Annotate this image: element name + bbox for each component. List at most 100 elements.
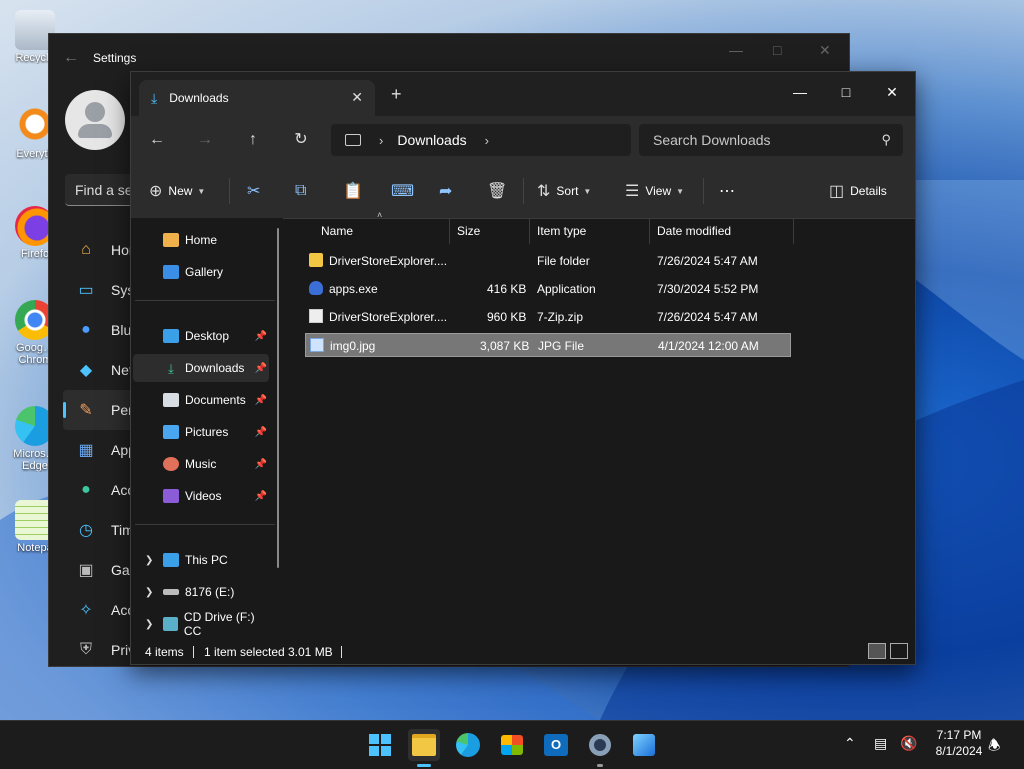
address-bar[interactable]: › Downloads ›	[331, 124, 631, 156]
divider	[703, 178, 704, 204]
settings-maximize-button[interactable]: □	[773, 42, 781, 58]
settings-close-button[interactable]: ✕	[819, 42, 831, 59]
taskbar-edge[interactable]	[452, 729, 484, 761]
sidebar-item-pictures[interactable]: Pictures 📌	[133, 418, 269, 446]
copy-button[interactable]: ⧉	[295, 178, 312, 204]
chevron-right-icon[interactable]: ❯	[145, 555, 153, 566]
maximize-button[interactable]: □	[823, 78, 869, 106]
this-pc-icon	[345, 134, 361, 146]
taskbar-file-explorer[interactable]	[408, 729, 440, 767]
videos-folder-icon	[163, 489, 179, 503]
new-tab-button[interactable]: +	[391, 84, 402, 105]
delete-button[interactable]: 🗑	[487, 178, 513, 204]
file-row-selected[interactable]: img0.jpg 3,087 KB JPG File 4/1/2024 12:0…	[305, 333, 791, 357]
breadcrumb[interactable]: Downloads	[397, 132, 466, 148]
cd-drive-icon	[163, 617, 178, 631]
forward-button[interactable]: →	[193, 128, 217, 152]
gear-icon	[589, 734, 611, 756]
sidebar-item-music[interactable]: Music 📌	[133, 450, 269, 478]
system-clock[interactable]: 7:17 PM 8/1/2024	[926, 727, 992, 759]
back-arrow-icon[interactable]: ←	[49, 49, 93, 67]
new-button[interactable]: ⊕ New ▼	[149, 178, 205, 204]
pin-icon[interactable]: 📌	[255, 363, 267, 374]
sidebar-item-videos[interactable]: Videos 📌	[133, 482, 269, 510]
chevron-right-icon[interactable]: ❯	[145, 619, 153, 630]
search-input[interactable]: Search Downloads ⚲	[639, 124, 903, 156]
details-button[interactable]: ◫ Details	[829, 178, 887, 204]
apps-icon: ▦	[78, 442, 94, 459]
sidebar-item-downloads[interactable]: ⤓ Downloads 📌	[133, 354, 269, 382]
cut-button[interactable]: ✂	[247, 178, 266, 204]
sidebar-scrollbar[interactable]	[277, 228, 279, 568]
tab-label: Downloads	[169, 91, 229, 105]
pin-icon[interactable]: 📌	[255, 395, 267, 406]
show-hidden-icons-button[interactable]: ⌃	[844, 735, 856, 752]
sidebar-item-home[interactable]: Home	[133, 226, 269, 254]
sidebar-item-desktop[interactable]: Desktop 📌	[133, 322, 269, 350]
sidebar-item-gallery[interactable]: Gallery	[133, 258, 269, 286]
pin-icon[interactable]: 📌	[255, 459, 267, 470]
sort-icon: ⇅	[537, 183, 551, 200]
outlook-icon: O	[544, 734, 568, 756]
up-button[interactable]: ↑	[241, 128, 265, 152]
column-header-size[interactable]: Size	[457, 218, 480, 244]
column-header-type[interactable]: Item type	[537, 218, 586, 244]
this-pc-icon	[163, 553, 179, 567]
paste-button[interactable]: 📋	[343, 178, 369, 204]
volume-muted-icon[interactable]: 🔇	[900, 735, 917, 752]
close-tab-icon[interactable]: ✕	[351, 89, 363, 106]
share-button[interactable]: ➦	[439, 178, 458, 204]
home-icon: ⌂	[81, 241, 91, 258]
more-options-button[interactable]: ⋯	[719, 178, 735, 204]
pin-icon[interactable]: 📌	[255, 427, 267, 438]
column-divider[interactable]	[649, 218, 650, 244]
column-header-date[interactable]: Date modified	[657, 218, 731, 244]
network-icon[interactable]: ▤	[874, 735, 887, 752]
pin-icon[interactable]: 📌	[255, 491, 267, 502]
sidebar-item-drive-e[interactable]: ❯ 8176 (E:)	[133, 578, 269, 606]
taskbar-settings[interactable]	[584, 729, 616, 767]
file-row[interactable]: DriverStoreExplorer.... 960 KB 7-Zip.zip…	[305, 305, 791, 329]
copy-icon: ⧉	[295, 182, 307, 199]
clock-date: 8/1/2024	[935, 744, 983, 758]
chevron-down-icon: ▼	[583, 186, 592, 196]
chevron-right-icon[interactable]: ›	[485, 133, 489, 148]
view-list-icon: ☰	[625, 183, 640, 200]
file-row[interactable]: apps.exe 416 KB Application 7/30/2024 5:…	[305, 277, 791, 301]
tab-downloads[interactable]: ⤓ Downloads ✕	[139, 80, 375, 116]
photos-icon	[633, 734, 655, 756]
sidebar-item-documents[interactable]: Documents 📌	[133, 386, 269, 414]
view-button[interactable]: ☰ View ▼	[625, 178, 684, 204]
taskbar-store[interactable]	[496, 729, 528, 761]
sidebar-item-cd-drive[interactable]: ❯ CD Drive (F:) CC	[133, 610, 269, 638]
windows-logo-icon	[369, 734, 391, 756]
back-button[interactable]: ←	[145, 128, 169, 152]
trash-icon: 🗑	[487, 183, 508, 200]
column-header-name[interactable]: Name	[321, 218, 353, 244]
chevron-right-icon[interactable]: ›	[379, 133, 383, 148]
avatar[interactable]	[65, 90, 125, 150]
column-divider[interactable]	[793, 218, 794, 244]
pin-icon[interactable]: 📌	[255, 331, 267, 342]
column-divider[interactable]	[449, 218, 450, 244]
taskbar-photos[interactable]	[628, 729, 660, 761]
divider	[341, 646, 342, 658]
notification-bell-icon[interactable]: 🕭	[988, 735, 1001, 759]
close-window-button[interactable]: ✕	[869, 78, 915, 106]
chevron-right-icon[interactable]: ❯	[145, 587, 153, 598]
tiles-view-button[interactable]	[890, 643, 908, 659]
sidebar-item-this-pc[interactable]: ❯ This PC	[133, 546, 269, 574]
sort-button[interactable]: ⇅ Sort ▼	[537, 178, 591, 204]
clipboard-icon: 📋	[343, 183, 363, 200]
start-button[interactable]	[364, 729, 396, 761]
rename-button[interactable]: ⌨	[391, 178, 420, 204]
documents-folder-icon	[163, 393, 179, 407]
selection-size: 3.01 MB	[288, 645, 333, 659]
minimize-button[interactable]: —	[777, 78, 823, 106]
refresh-button[interactable]: ↻	[289, 128, 313, 152]
settings-minimize-button[interactable]: —	[729, 42, 743, 58]
file-row[interactable]: DriverStoreExplorer.... File folder 7/26…	[305, 249, 791, 273]
details-view-button[interactable]	[868, 643, 886, 659]
taskbar-outlook[interactable]: O	[540, 729, 572, 761]
column-divider[interactable]	[529, 218, 530, 244]
